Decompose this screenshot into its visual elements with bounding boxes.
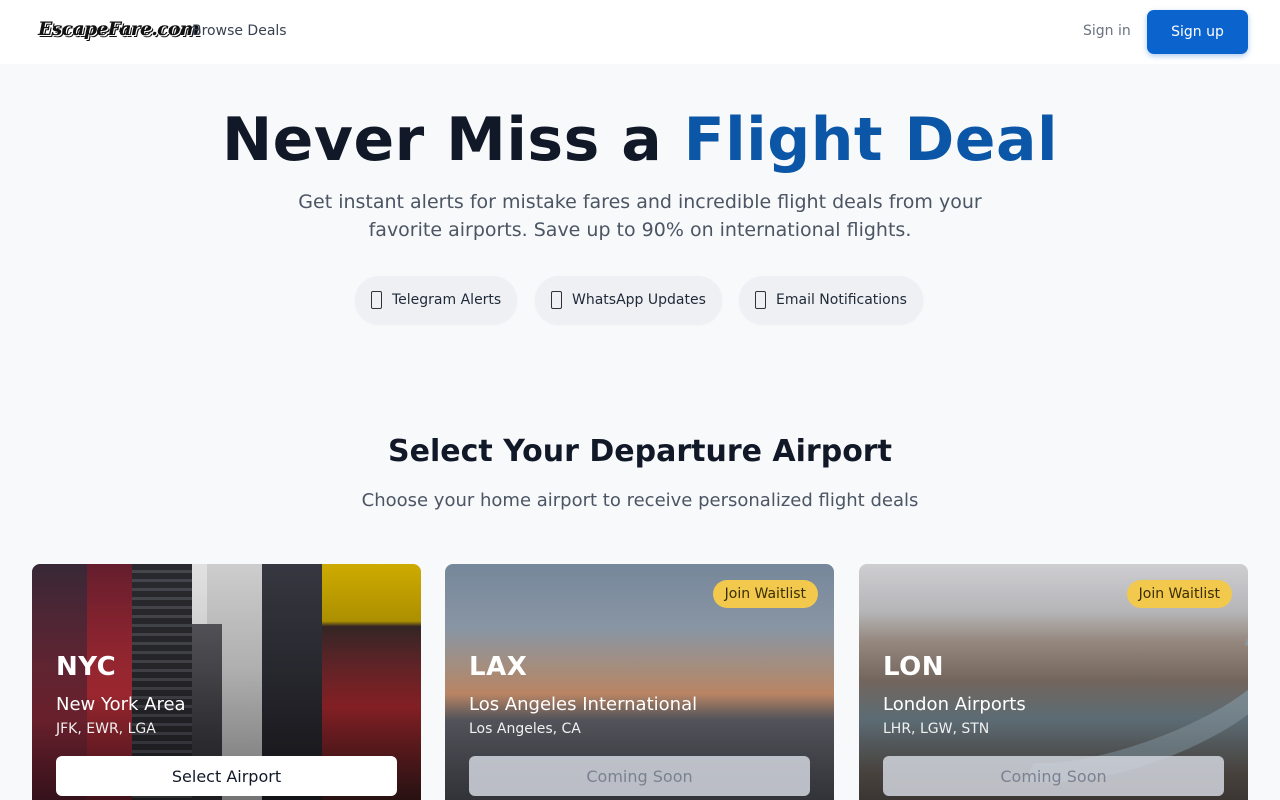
channel-whatsapp: WhatsApp Updates (535, 276, 722, 324)
browse-deals-link[interactable]: Browse Deals (192, 23, 287, 39)
hero-title: Never Miss a Flight Deal (0, 105, 1280, 175)
coming-soon-button: Coming Soon (883, 756, 1224, 796)
airport-code: NYC (56, 652, 117, 682)
section-title: Select Your Departure Airport (388, 434, 892, 469)
airport-detail: JFK, EWR, LGA (56, 721, 156, 737)
phone-icon (371, 291, 382, 309)
channel-email: Email Notifications (739, 276, 923, 324)
section-subtitle: Choose your home airport to receive pers… (361, 490, 919, 511)
sign-up-button[interactable]: Sign up (1147, 10, 1248, 54)
phone-icon (551, 291, 562, 309)
airport-card-lon[interactable]: Join Waitlist LON London Airports LHR, L… (859, 564, 1248, 800)
logo[interactable]: EscapeFare.com (38, 18, 200, 40)
airport-code: LAX (469, 652, 528, 682)
airport-card-lax[interactable]: Join Waitlist LAX Los Angeles Internatio… (445, 564, 834, 800)
channel-label: Telegram Alerts (392, 292, 502, 308)
channel-telegram: Telegram Alerts (355, 276, 518, 324)
join-waitlist-badge[interactable]: Join Waitlist (1126, 580, 1232, 608)
phone-icon (755, 291, 766, 309)
channel-label: WhatsApp Updates (572, 292, 706, 308)
airport-name: Los Angeles International (469, 694, 698, 715)
coming-soon-button: Coming Soon (469, 756, 810, 796)
airport-card-nyc[interactable]: NYC New York Area JFK, EWR, LGA Select A… (32, 564, 421, 800)
airport-detail: Los Angeles, CA (469, 721, 581, 737)
hero-title-accent: Flight Deal (683, 105, 1059, 175)
select-airport-button[interactable]: Select Airport (56, 756, 397, 796)
top-navbar: EscapeFare.com Browse Deals Sign in Sign… (0, 0, 1280, 64)
airport-detail: LHR, LGW, STN (883, 721, 990, 737)
join-waitlist-badge[interactable]: Join Waitlist (712, 580, 818, 608)
hero-subtitle: Get instant alerts for mistake fares and… (298, 191, 982, 241)
airport-name: New York Area (56, 694, 186, 715)
sign-in-link[interactable]: Sign in (1083, 23, 1131, 39)
hero-title-main: Never Miss a (221, 105, 663, 175)
airport-code: LON (883, 652, 945, 682)
airport-name: London Airports (883, 694, 1026, 715)
channel-label: Email Notifications (776, 292, 907, 308)
